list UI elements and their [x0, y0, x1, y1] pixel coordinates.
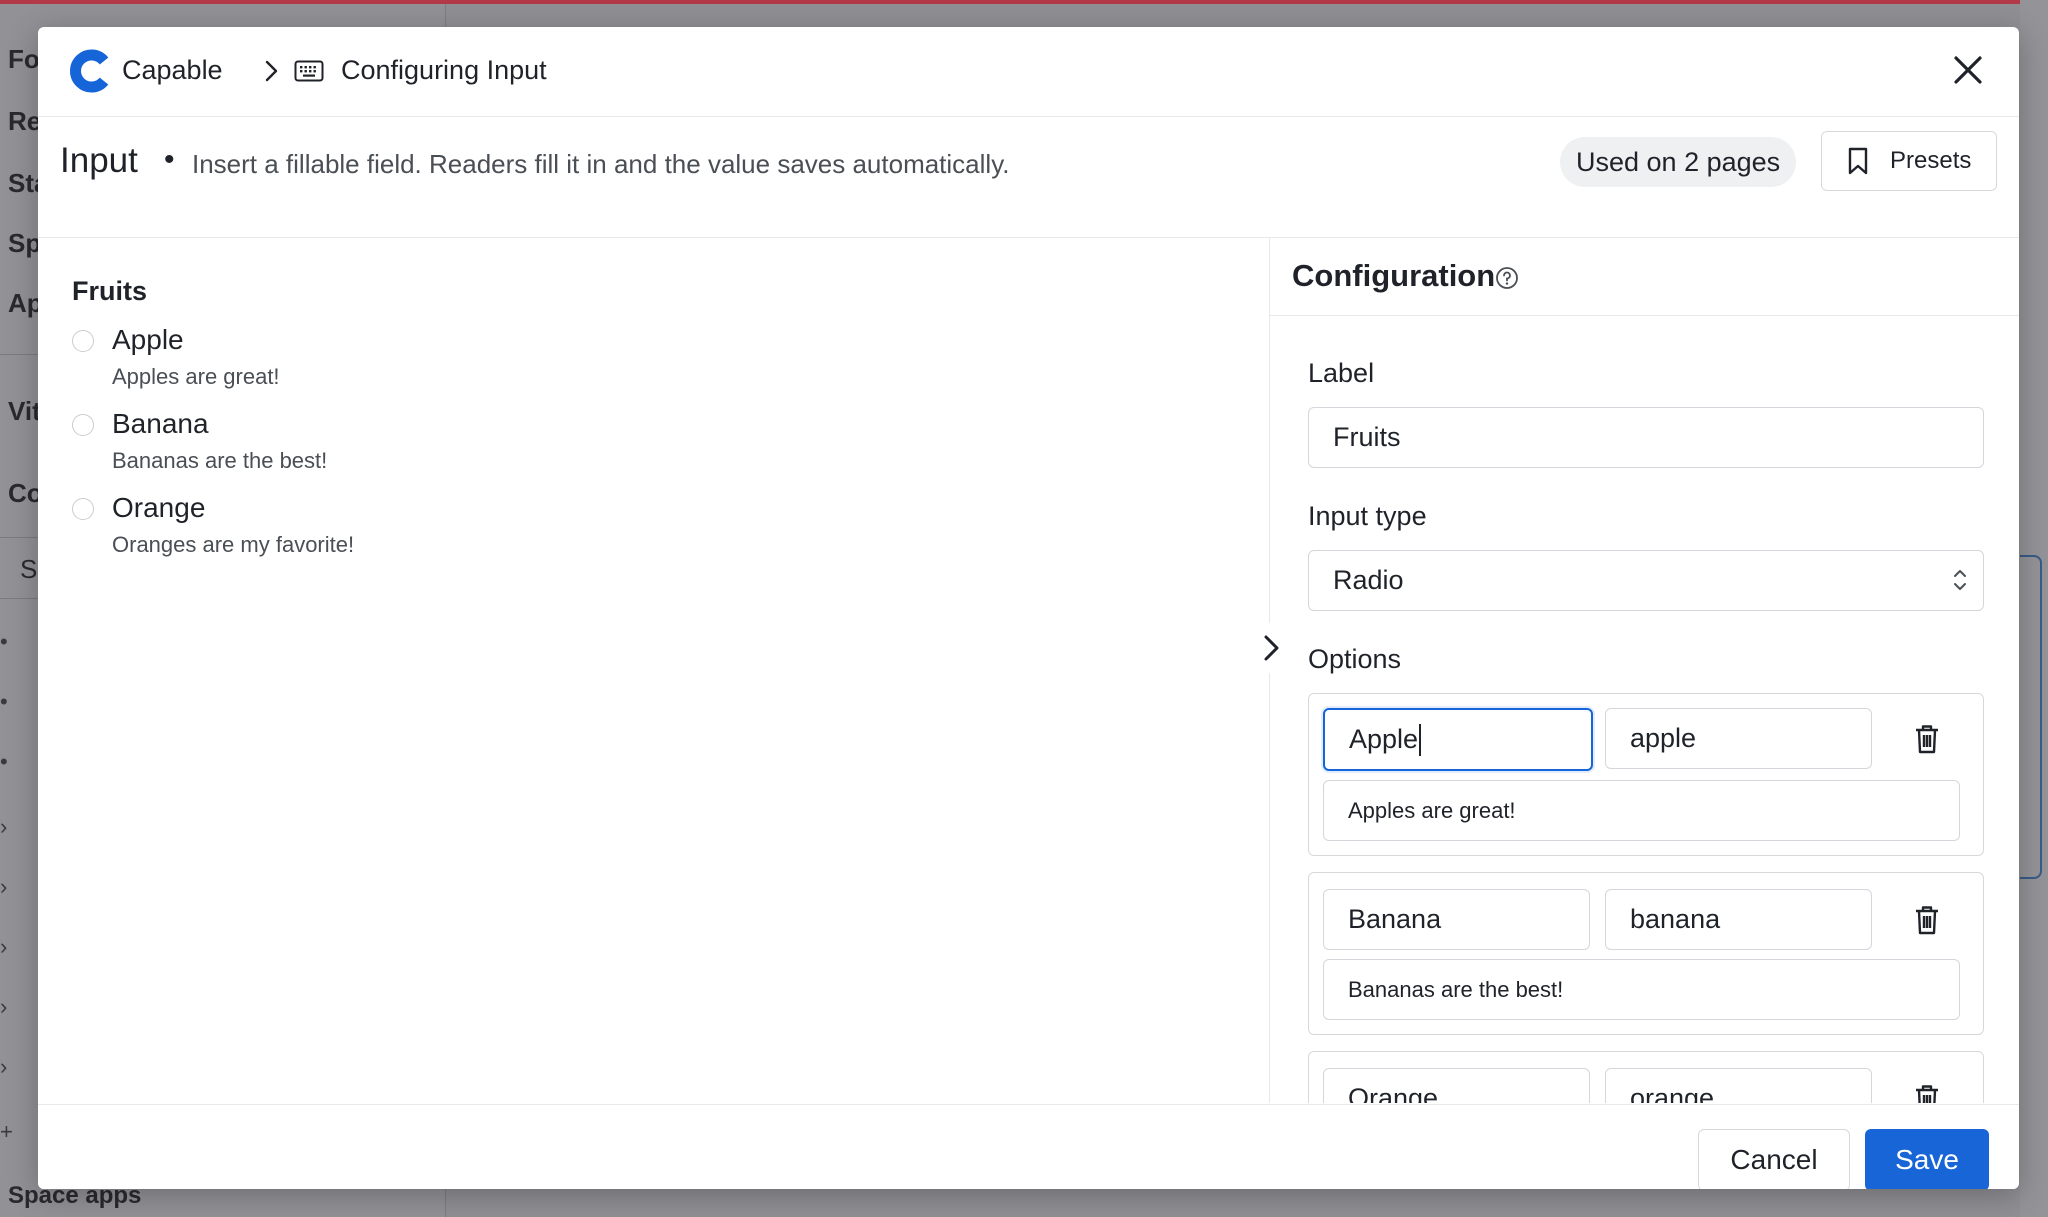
bg-tree-row: › — [0, 994, 8, 1019]
bg-tree-row: • — [0, 749, 8, 774]
modal-header: Capable Configuring Input — [38, 27, 2019, 117]
bg-sidebar-item: Sp — [8, 228, 42, 258]
bg-tree-row: › — [0, 934, 8, 959]
background-selected-block — [2020, 555, 2042, 879]
radio-button[interactable] — [72, 498, 94, 520]
radio-option-description: Oranges are my favorite! — [112, 532, 355, 557]
chevron-right-icon — [265, 60, 278, 82]
preview-radio-option[interactable]: Banana Bananas are the best! — [72, 408, 672, 488]
input-preview: Fruits Apple Apples are great! Banana Ba… — [38, 238, 1268, 1103]
close-icon[interactable] — [1948, 50, 1988, 90]
options-label: Options — [1308, 644, 1402, 674]
label-field-label: Label — [1308, 358, 1375, 388]
bg-tree-row: › — [0, 1054, 8, 1079]
radio-option-label: Orange — [112, 492, 206, 523]
help-icon[interactable] — [1494, 265, 1520, 291]
input-type-select[interactable]: Radio — [1308, 550, 1984, 611]
option-label-input[interactable]: Orange — [1323, 1068, 1590, 1103]
save-button[interactable]: Save — [1865, 1129, 1989, 1189]
radio-button[interactable] — [72, 330, 94, 352]
option-description-input[interactable]: Apples are great! — [1323, 780, 1960, 841]
component-title: Input — [60, 141, 138, 180]
bg-tree-row: • — [0, 689, 8, 714]
radio-option-description: Bananas are the best! — [112, 448, 328, 473]
radio-button[interactable] — [72, 414, 94, 436]
trash-icon[interactable] — [1913, 904, 1941, 936]
option-card: Orange orange — [1308, 1051, 1984, 1103]
component-info-bar: Input • Insert a fillable field. Readers… — [38, 117, 2019, 238]
bg-sidebar-item: Fo — [8, 44, 40, 74]
trash-icon[interactable] — [1913, 1083, 1941, 1103]
label-input[interactable]: Fruits — [1308, 407, 1984, 468]
input-type-value: Radio — [1333, 565, 1404, 595]
radio-option-description: Apples are great! — [112, 364, 280, 389]
radio-option-label: Banana — [112, 408, 209, 439]
select-arrows-icon — [1954, 570, 1966, 590]
usage-badge[interactable]: Used on 2 pages — [1560, 137, 1797, 187]
trash-icon[interactable] — [1913, 723, 1941, 755]
capable-logo — [70, 49, 109, 93]
bg-tree-row: › — [0, 814, 8, 839]
title-separator: • — [164, 143, 175, 176]
preview-radio-option[interactable]: Apple Apples are great! — [72, 324, 672, 404]
component-description: Insert a fillable field. Readers fill it… — [192, 149, 1010, 179]
bookmark-icon — [1848, 147, 1868, 175]
bg-tree-row: • — [0, 629, 8, 654]
option-label-input[interactable]: Banana — [1323, 889, 1590, 950]
cancel-button[interactable]: Cancel — [1698, 1129, 1850, 1189]
configuration-title: Configuration — [1292, 258, 1496, 293]
input-type-label: Input type — [1308, 501, 1427, 531]
option-description-input[interactable]: Bananas are the best! — [1323, 959, 1960, 1020]
collapse-panel-chevron-icon[interactable] — [1250, 623, 1294, 673]
brand-name[interactable]: Capable — [122, 55, 223, 86]
option-value-input[interactable]: orange — [1605, 1068, 1872, 1103]
text-caret — [1419, 723, 1422, 756]
preview-field-label: Fruits — [72, 276, 148, 306]
bg-sidebar-item: Vit — [8, 396, 41, 426]
preview-radio-option[interactable]: Orange Oranges are my favorite! — [72, 492, 672, 572]
configuration-panel: Configuration Label Fruits Input type Ra… — [1269, 238, 2019, 1103]
keyboard-icon — [294, 60, 324, 82]
bg-search-stub: S — [20, 554, 38, 584]
modal-footer: Cancel Save — [38, 1104, 2019, 1189]
configure-input-modal: Capable Configuring Input Input • Insert… — [38, 27, 2019, 1189]
option-card: Banana banana Bananas are the best! — [1308, 872, 1984, 1035]
configuration-header: Configuration — [1270, 238, 2019, 316]
presets-label: Presets — [1890, 147, 1972, 174]
option-label-value: Apple — [1349, 724, 1419, 754]
bg-tree-row: › — [0, 874, 8, 899]
bg-sidebar-item: Re — [8, 106, 42, 136]
option-value-input[interactable]: apple — [1605, 708, 1872, 769]
option-label-input[interactable]: Apple — [1323, 708, 1593, 771]
presets-button[interactable]: Presets — [1821, 131, 1997, 191]
breadcrumb-title: Configuring Input — [341, 55, 547, 85]
option-value-input[interactable]: banana — [1605, 889, 1872, 950]
radio-option-label: Apple — [112, 324, 184, 355]
option-card: Apple apple Apples are great! — [1308, 693, 1984, 856]
bg-tree-row: + — [0, 1119, 13, 1144]
